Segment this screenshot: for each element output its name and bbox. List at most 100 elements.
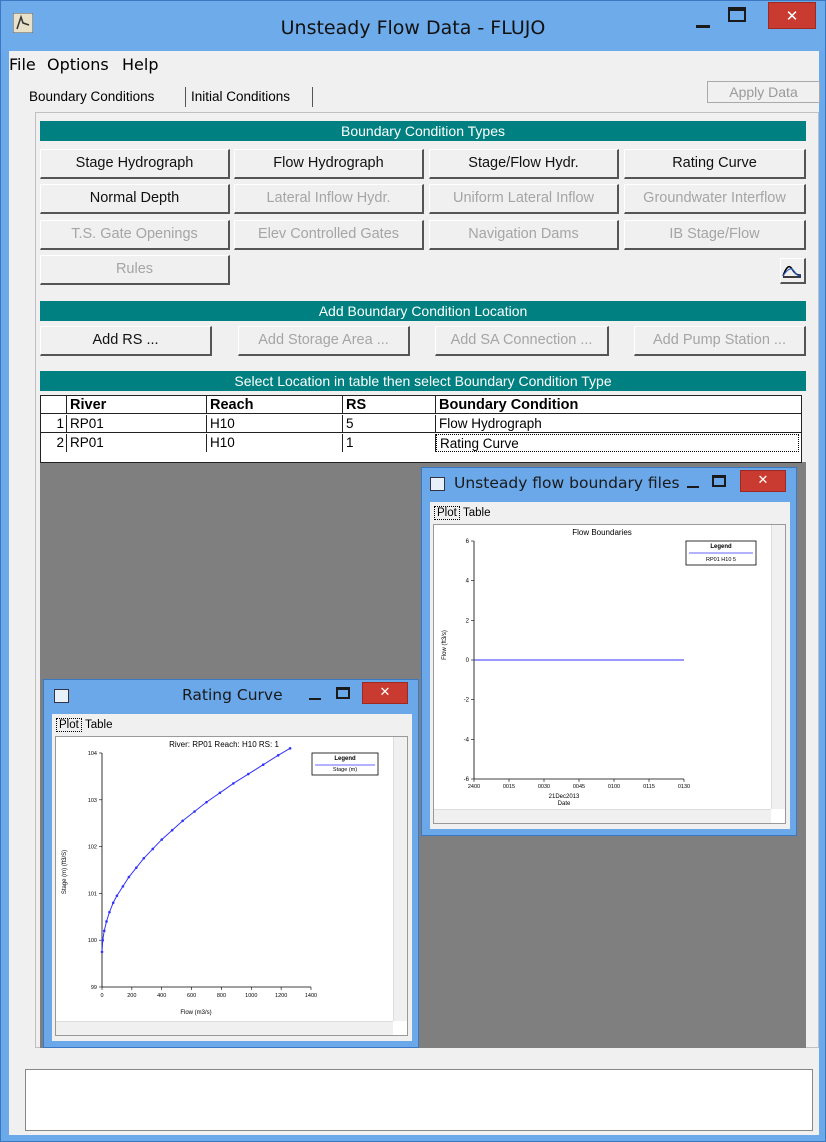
menu-options[interactable]: Options xyxy=(47,55,109,74)
rating-data-point xyxy=(105,920,108,923)
flow-window-title: Unsteady flow boundary files xyxy=(454,474,680,492)
tab-initial-conditions[interactable]: Initial Conditions xyxy=(191,89,290,104)
lateral-inflow-hydr-button[interactable]: Lateral Inflow Hydr. xyxy=(234,184,424,214)
cell-reach[interactable]: H10 xyxy=(207,434,343,452)
menu-file[interactable]: File xyxy=(9,55,36,74)
y-tick-label: 103 xyxy=(88,798,97,804)
row-number-header xyxy=(41,396,67,414)
groundwater-interflow-button[interactable]: Groundwater Interflow xyxy=(624,184,806,214)
rating-plot-area: 104 103 102 101 100 990 200 400 600 800 1000 1200 14… xyxy=(88,747,317,999)
x-tick-label: 0100 xyxy=(608,784,620,790)
cell-reach[interactable]: H10 xyxy=(207,415,343,433)
legend-series-name: RP01 H10 5 xyxy=(706,557,736,563)
maximize-button[interactable] xyxy=(728,7,746,22)
menu-help[interactable]: Help xyxy=(122,55,158,74)
rating-plot-frame: River: RP01 Reach: H10 RS: 1 Stage (m) (… xyxy=(55,736,408,1036)
rating-data-point xyxy=(261,763,265,766)
y-tick-label: 4 xyxy=(466,579,470,585)
y-axis-label: Flow (ft3/s) xyxy=(442,630,448,660)
apply-data-button[interactable]: Apply Data xyxy=(707,81,820,103)
ts-gate-openings-button[interactable]: T.S. Gate Openings xyxy=(40,220,230,250)
stage-flow-hydr-button[interactable]: Stage/Flow Hydr. xyxy=(429,149,619,179)
add-rs-button[interactable]: Add RS ... xyxy=(40,326,212,356)
normal-depth-button[interactable]: Normal Depth xyxy=(40,184,230,214)
add-pump-station-button[interactable]: Add Pump Station ... xyxy=(634,326,806,356)
table-row[interactable]: 1 RP01 H10 5 Flow Hydrograph xyxy=(41,415,801,433)
flow-horizontal-scrollbar[interactable] xyxy=(434,809,771,823)
add-sa-connection-button[interactable]: Add SA Connection ... xyxy=(435,326,609,356)
column-header-rs[interactable]: RS xyxy=(343,396,436,414)
rating-data-point xyxy=(127,875,131,879)
rating-window-maximize-button[interactable] xyxy=(336,687,350,699)
rating-data-point xyxy=(135,866,138,869)
bc-location-table[interactable]: River Reach RS Boundary Condition 1 RP01… xyxy=(40,395,802,463)
flow-window-maximize-button[interactable] xyxy=(712,475,726,487)
rating-data-point xyxy=(121,885,125,888)
cell-boundary-condition-selected[interactable]: Rating Curve xyxy=(436,434,799,452)
rating-data-point xyxy=(115,894,119,898)
y-tick-label: 104 xyxy=(88,751,97,757)
y-axis-label: Stage (m) (ft3/S) xyxy=(62,850,68,894)
rating-data-point xyxy=(247,772,250,776)
rating-curve-window[interactable]: Rating Curve ✕ Plot Table River: RP01 Re… xyxy=(43,679,419,1048)
x-tick-label: 0130 xyxy=(678,784,690,790)
tab-table[interactable]: Table xyxy=(463,507,491,519)
x-tick-label: 2400 xyxy=(468,784,480,790)
flow-window-minimize-button[interactable] xyxy=(687,486,699,488)
elev-controlled-gates-button[interactable]: Elev Controlled Gates xyxy=(234,220,424,250)
rating-window-close-button[interactable]: ✕ xyxy=(362,682,408,704)
column-header-river[interactable]: River xyxy=(67,396,207,414)
stage-hydrograph-button[interactable]: Stage Hydrograph xyxy=(40,149,230,179)
rating-data-point xyxy=(170,828,174,832)
tab-plot[interactable]: Plot xyxy=(434,506,460,520)
rating-data-point xyxy=(181,819,184,823)
rating-curve-button[interactable]: Rating Curve xyxy=(624,149,806,179)
rating-data-point xyxy=(100,950,104,954)
rules-button[interactable]: Rules xyxy=(40,255,230,285)
plot-window-icon xyxy=(54,689,69,703)
rating-data-point xyxy=(151,847,155,851)
cell-boundary-condition[interactable]: Flow Hydrograph xyxy=(436,415,801,433)
cell-river[interactable]: RP01 xyxy=(67,434,207,452)
add-location-header: Add Boundary Condition Location xyxy=(40,301,806,321)
flow-vertical-scrollbar[interactable] xyxy=(771,525,785,809)
flow-hydrograph-button[interactable]: Flow Hydrograph xyxy=(234,149,424,179)
minimize-button[interactable] xyxy=(694,13,714,28)
add-storage-area-button[interactable]: Add Storage Area ... xyxy=(238,326,410,356)
table-header: Select Location in table then select Bou… xyxy=(40,371,806,391)
rating-data-point xyxy=(102,929,106,933)
bc-types-header: Boundary Condition Types xyxy=(40,121,806,141)
x-tick-label: 1400 xyxy=(305,993,317,999)
cell-rs[interactable]: 1 xyxy=(343,434,436,452)
rating-window-minimize-button[interactable] xyxy=(309,698,321,700)
cell-rs[interactable]: 5 xyxy=(343,415,436,433)
navigation-dams-button[interactable]: Navigation Dams xyxy=(429,220,619,250)
flow-window-close-button[interactable]: ✕ xyxy=(740,470,786,492)
rating-data-point xyxy=(205,800,208,804)
column-header-boundary-condition[interactable]: Boundary Condition xyxy=(436,396,801,414)
column-header-reach[interactable]: Reach xyxy=(207,396,343,414)
close-button[interactable]: ✕ xyxy=(768,2,816,29)
chart-title: Flow Boundaries xyxy=(572,528,632,537)
uniform-lateral-inflow-button[interactable]: Uniform Lateral Inflow xyxy=(429,184,619,214)
flow-plot-area: 6 4 2 0 -2 -4 -62400 0015 0030 0045 0100 0115 0130 xyxy=(464,539,690,790)
title-bar[interactable]: Unsteady Flow Data - FLUJO ✕ xyxy=(1,1,825,51)
flow-boundary-window[interactable]: Unsteady flow boundary files ✕ Plot Tabl… xyxy=(421,467,797,836)
tab-separator xyxy=(185,87,186,107)
tab-plot[interactable]: Plot xyxy=(56,718,82,732)
plot-icon-button[interactable] xyxy=(780,258,806,284)
ib-stage-flow-button[interactable]: IB Stage/Flow xyxy=(624,220,806,250)
legend-series-name: Stage (m) xyxy=(333,767,357,773)
rating-data-point xyxy=(232,782,235,785)
table-row[interactable]: 2 RP01 H10 1 Rating Curve xyxy=(41,434,801,452)
flow-window-client: Plot Table Flow Boundaries Flow (ft3/s) … xyxy=(430,502,790,829)
menu-bar: File Options Help xyxy=(9,51,819,77)
rating-data-point xyxy=(101,938,105,942)
rating-vertical-scrollbar[interactable] xyxy=(393,737,407,1021)
tab-table[interactable]: Table xyxy=(85,719,113,731)
x-axis-label: Date xyxy=(558,801,571,807)
cell-river[interactable]: RP01 xyxy=(67,415,207,433)
rating-horizontal-scrollbar[interactable] xyxy=(56,1021,393,1035)
chart-title: River: RP01 Reach: H10 RS: 1 xyxy=(169,740,279,749)
tab-boundary-conditions[interactable]: Boundary Conditions xyxy=(29,89,154,104)
